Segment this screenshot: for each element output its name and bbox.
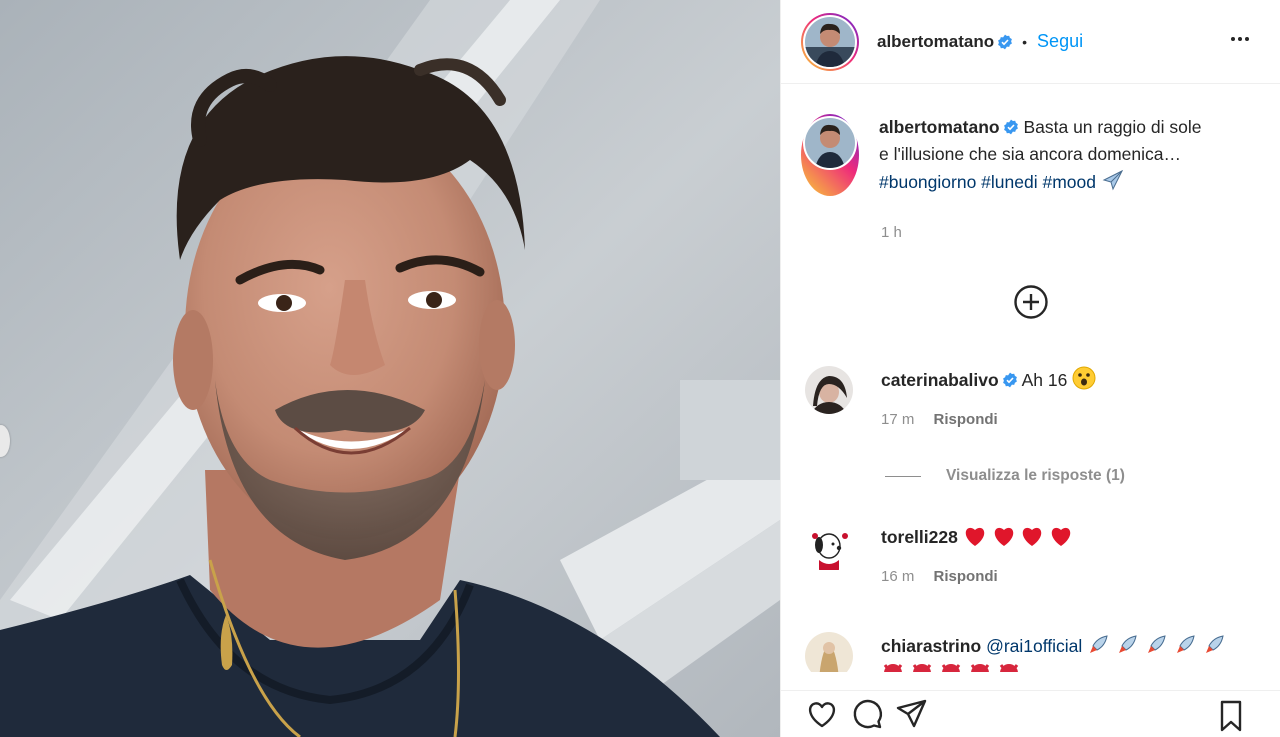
caption-text: albertomatano Basta un raggio di sole e …: [879, 114, 1271, 196]
red-heart-emoji-icon: [1023, 527, 1042, 546]
comment-mention[interactable]: @rai1official: [986, 636, 1082, 656]
comment-username[interactable]: chiarastrino: [881, 636, 981, 656]
caption-timestamp: 1 h: [881, 224, 902, 241]
red-heart-emoji-icon: [1052, 527, 1071, 546]
astonished-face-emoji-icon: [1072, 366, 1096, 390]
replies-divider: [885, 475, 921, 477]
avatar: [805, 16, 855, 67]
devil-emoji-icon: [941, 664, 960, 672]
comment-avatar[interactable]: [805, 366, 853, 414]
heart-icon[interactable]: [805, 697, 839, 731]
comment: caterinabalivo Ah 16 17 m Rispondi: [805, 366, 1265, 428]
rockets-emoji: [1087, 635, 1227, 656]
comment-text: Ah 16: [1021, 370, 1068, 390]
red-heart-emoji-icon: [994, 527, 1013, 546]
airplane-emoji-icon: [1102, 169, 1123, 191]
post-photo[interactable]: [0, 0, 780, 737]
rocket-emoji-icon: [1119, 635, 1137, 653]
comment-username[interactable]: torelli228: [881, 527, 958, 547]
devils-emoji: [881, 659, 1227, 672]
rocket-emoji-icon: [1176, 635, 1195, 653]
plus-circle-icon[interactable]: [1013, 284, 1049, 320]
hearts-emoji: [963, 527, 1074, 547]
comment-timestamp: 16 m: [881, 568, 915, 585]
caption-username[interactable]: albertomatano: [879, 117, 1000, 137]
comment-bubble-icon[interactable]: [850, 697, 884, 731]
rocket-emoji-icon: [1205, 635, 1224, 653]
view-replies-label: Visualizza le risposte (1): [946, 467, 1125, 484]
comment-avatar[interactable]: [805, 632, 853, 672]
caption-story-ring[interactable]: [801, 114, 859, 196]
verified-badge-icon: [1003, 119, 1018, 135]
rocket-emoji-icon: [1090, 635, 1108, 653]
post-side-panel: albertomatano • Segui albertomatano Bast…: [780, 0, 1280, 737]
caption-line-2: e l'illusione che sia ancora domenica…: [879, 144, 1181, 164]
selfie-illustration: [0, 0, 780, 737]
caption-hashtags[interactable]: #buongiorno #lunedi #mood: [879, 172, 1096, 192]
comment-timestamp: 17 m: [881, 411, 915, 428]
bookmark-icon[interactable]: [1214, 699, 1248, 733]
devil-emoji-icon: [912, 664, 932, 672]
comment-body: chiarastrino @rai1official: [881, 632, 1227, 672]
paper-plane-icon[interactable]: [895, 697, 929, 731]
comment: chiarastrino @rai1official: [805, 632, 1265, 672]
author-username[interactable]: albertomatano: [877, 32, 994, 52]
devil-emoji-icon: [970, 664, 989, 672]
post-caption: albertomatano Basta un raggio di sole e …: [801, 114, 1271, 241]
comment-body: torelli228 16 m Rispondi: [881, 524, 1073, 585]
story-ring[interactable]: [801, 12, 859, 71]
action-bar: [781, 690, 1280, 737]
post-header: albertomatano • Segui: [781, 0, 1280, 84]
separator-dot: •: [1022, 33, 1028, 50]
comment-username[interactable]: caterinabalivo: [881, 370, 999, 390]
caption-line-1: Basta un raggio di sole: [1023, 117, 1202, 137]
reply-button[interactable]: Rispondi: [934, 411, 998, 428]
caption-avatar: [805, 118, 855, 168]
reply-button[interactable]: Rispondi: [934, 568, 998, 585]
instagram-post: albertomatano • Segui albertomatano Bast…: [0, 0, 1280, 737]
red-heart-emoji-icon: [965, 527, 984, 546]
devil-emoji-icon: [883, 664, 903, 672]
verified-badge-icon: [998, 34, 1013, 49]
view-replies-button[interactable]: Visualizza le risposte (1): [885, 467, 1125, 485]
verified-badge-icon: [1002, 372, 1017, 388]
follow-button[interactable]: Segui: [1037, 31, 1083, 52]
comment-body: caterinabalivo Ah 16 17 m Rispondi: [881, 366, 1096, 428]
more-horizontal-icon[interactable]: [1225, 24, 1255, 54]
comment-avatar[interactable]: [805, 524, 853, 572]
rocket-emoji-icon: [1147, 635, 1166, 653]
devil-emoji-icon: [999, 664, 1018, 672]
comment: torelli228 16 m Rispondi: [805, 524, 1265, 585]
